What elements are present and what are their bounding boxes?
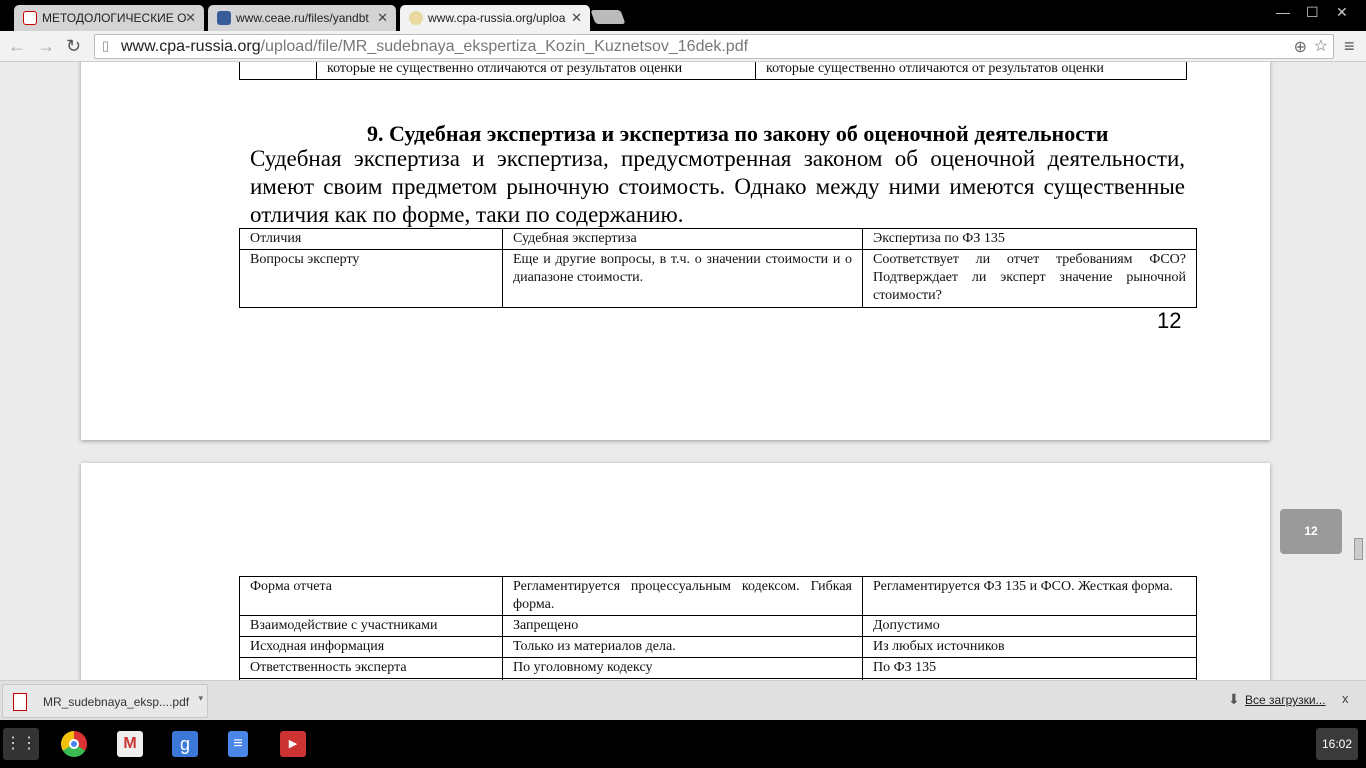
differences-table-continued: Форма отчета Регламентируется процессуаль…	[239, 576, 1197, 680]
reload-icon[interactable]: ↻	[66, 36, 81, 57]
table-row: Вопросы эксперту Еще и другие вопросы, в …	[239, 249, 1197, 308]
taskbar: ⋮⋮ M g ≡ ▶ 16:02	[0, 720, 1366, 768]
yandex-icon	[23, 11, 37, 25]
close-tab-icon[interactable]: ✕	[571, 10, 582, 26]
table-cell: Вопросы эксперту	[239, 249, 503, 308]
table-cell: Форма отчета	[239, 576, 503, 616]
address-bar[interactable]: ▯ www.cpa-russia.org/upload/file/MR_sude…	[94, 34, 1334, 59]
site-icon	[217, 11, 231, 25]
close-download-bar-button[interactable]: x	[1342, 691, 1349, 706]
table-row: Ответственность эксперта По уголовному ко…	[239, 657, 1197, 679]
google-search-icon[interactable]: g	[172, 731, 198, 757]
table-cell: Экспертиза по ФЗ 135	[862, 228, 1197, 250]
url-path: /upload/file/MR_sudebnaya_ekspertiza_Koz…	[260, 38, 749, 55]
clock[interactable]: 16:02	[1316, 728, 1358, 760]
app-launcher-icon[interactable]: ⋮⋮	[3, 728, 39, 760]
table-row: Взаимодействие с участниками Запрещено Доп…	[239, 615, 1197, 637]
maximize-icon[interactable]: ☐	[1306, 4, 1319, 21]
table-cell: По уголовному кодексу	[502, 657, 863, 679]
download-arrow-icon: ⬇	[1228, 691, 1240, 707]
tab-bar: МЕТОДОЛОГИЧЕСКИЕ О ✕ www.ceae.ru/files/ya…	[0, 0, 1366, 31]
toolbar: ← → ↻ ▯ www.cpa-russia.org/upload/file/M…	[0, 31, 1366, 62]
youtube-icon[interactable]: ▶	[280, 731, 306, 757]
tab-cpa-russia[interactable]: www.cpa-russia.org/uploa ✕	[400, 5, 590, 31]
table-cell: По ФЗ 135	[862, 657, 1197, 679]
tab-label: www.cpa-russia.org/uploa	[428, 11, 566, 25]
continuation-table: которые не существенно отличаются от рез…	[239, 62, 1187, 80]
site-icon	[409, 11, 423, 25]
page-icon: ▯	[102, 38, 110, 53]
close-tab-icon[interactable]: ✕	[185, 10, 196, 26]
pdf-viewer[interactable]: которые не существенно отличаются от рез…	[0, 62, 1366, 680]
scrollbar-thumb[interactable]	[1354, 538, 1363, 560]
tab-label: www.ceae.ru/files/yandbt	[236, 11, 369, 25]
section-heading: 9. Судебная экспертиза и экспертиза по з…	[367, 121, 1109, 146]
table-cell: Ответственность эксперта	[239, 657, 503, 679]
gmail-icon[interactable]: M	[117, 731, 143, 757]
pdf-page-12: которые не существенно отличаются от рез…	[81, 62, 1270, 440]
table-cell: Регламентируется процессуальным кодексом…	[502, 576, 863, 616]
table-row: Отличия Судебная экспертиза Экспертиза по …	[239, 228, 1197, 250]
download-bar: MR_sudebnaya_eksp....pdf ▾ ⬇ Все загрузк…	[0, 680, 1366, 720]
forward-icon[interactable]: →	[37, 36, 55, 57]
table-cell: Соответствует ли отчет требованиям ФСО? …	[862, 249, 1197, 308]
table-cell: Только из материалов дела.	[502, 636, 863, 658]
table-row: Форма отчета Регламентируется процессуаль…	[239, 576, 1197, 616]
table-cell: Регламентируется ФЗ 135 и ФСО. Жесткая ф…	[862, 576, 1197, 616]
close-tab-icon[interactable]: ✕	[377, 10, 388, 26]
download-item[interactable]: MR_sudebnaya_eksp....pdf ▾	[2, 684, 208, 718]
back-icon[interactable]: ←	[8, 36, 26, 57]
chrome-icon[interactable]	[61, 731, 87, 757]
close-window-icon[interactable]: ✕	[1336, 4, 1348, 21]
menu-icon[interactable]: ≡	[1344, 36, 1355, 57]
google-docs-icon[interactable]: ≡	[228, 731, 248, 757]
table-cell: Отличия	[239, 228, 503, 250]
table-cell: Взаимодействие с участниками	[239, 615, 503, 637]
table-cell: Исходная информация	[239, 636, 503, 658]
tab-metodologicheskie[interactable]: МЕТОДОЛОГИЧЕСКИЕ О ✕	[14, 5, 204, 31]
page-number: 12	[1157, 308, 1182, 333]
table-cell: Еще и другие вопросы, в т.ч. о значении …	[502, 249, 863, 308]
new-tab-button[interactable]	[590, 10, 626, 24]
tab-label: МЕТОДОЛОГИЧЕСКИЕ О	[42, 11, 187, 25]
minimize-icon[interactable]: —	[1276, 4, 1290, 20]
table-cell: Допустимо	[862, 615, 1197, 637]
table-cell: которые не существенно отличаются от рез…	[316, 62, 756, 80]
zoom-icon[interactable]: ⊕	[1294, 37, 1307, 57]
dropdown-arrow-icon[interactable]: ▾	[198, 693, 203, 704]
table-row: Исходная информация Только из материалов …	[239, 636, 1197, 658]
table-cell: Из любых источников	[862, 636, 1197, 658]
table-cell	[239, 62, 317, 80]
differences-table: Отличия Судебная экспертиза Экспертиза по …	[239, 228, 1197, 308]
pdf-page-13: Форма отчета Регламентируется процессуаль…	[81, 463, 1270, 680]
pdf-file-icon	[13, 693, 27, 711]
download-filename: MR_sudebnaya_eksp....pdf	[43, 695, 190, 709]
paragraph: Судебная экспертиза и экспертиза, предус…	[250, 146, 1185, 227]
url-host: www.cpa-russia.org	[121, 38, 261, 55]
tab-ceae[interactable]: www.ceae.ru/files/yandbt ✕	[208, 5, 396, 31]
all-downloads-link[interactable]: Все загрузки...	[1245, 693, 1326, 707]
table-cell: Судебная экспертиза	[502, 228, 863, 250]
bookmark-star-icon[interactable]: ☆	[1314, 36, 1328, 56]
table-cell: Запрещено	[502, 615, 863, 637]
table-cell: которые существенно отличаются от резуль…	[755, 62, 1187, 80]
page-indicator: 12	[1280, 509, 1342, 554]
